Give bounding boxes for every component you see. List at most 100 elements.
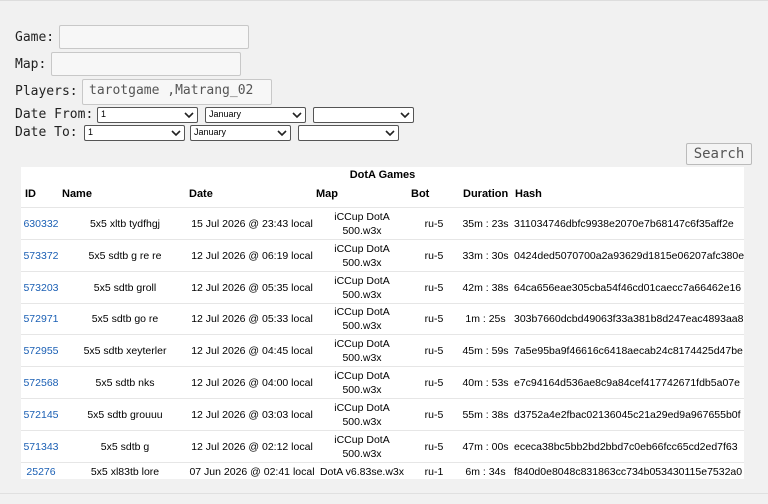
header-map: Map (316, 188, 338, 200)
cell-bot-container: ru-5 (409, 367, 459, 398)
cell-name: 5x5 xl83tb lore (90, 465, 160, 478)
header-hash: Hash (515, 188, 542, 200)
game-input[interactable] (59, 25, 249, 49)
cell-hash: 64ca656eae305cba54f46cd01caecc7a66462e16 (514, 281, 742, 294)
game-id-link[interactable]: 572955 (23, 345, 58, 357)
cell-hash-container: 7a5e95ba9f46616c6418aecab24c8174425d47be (512, 335, 746, 366)
cell-hash: ececa38bc5bb2bd2bbd7c0eb66fcc65cd2ed7f63 (514, 440, 738, 453)
cell-date-container: 07 Jun 2026 @ 02:41 local (189, 463, 315, 480)
game-id-link[interactable]: 572971 (23, 313, 58, 325)
cell-hash: 7a5e95ba9f46616c6418aecab24c8174425d47be (514, 344, 743, 357)
chevron-down-icon (292, 112, 302, 119)
date-to-day-value: 1 (88, 127, 94, 137)
cell-id-container: 572971 (21, 304, 61, 334)
cell-duration-container: 55m : 38s (459, 399, 512, 430)
cell-name-container: 5x5 sdtb groll (61, 272, 189, 303)
date-to-year-select[interactable] (298, 125, 399, 141)
table-header: ID Name Date Map Bot Duration Hash (21, 184, 744, 207)
cell-map: iCCup DotA 500.w3x (315, 304, 409, 334)
table-row: 25276 5x5 xl83tb lore 07 Jun 2026 @ 02:41 … (21, 462, 744, 480)
game-id-link[interactable]: 572568 (23, 377, 58, 389)
cell-bot-container: ru-5 (409, 272, 459, 303)
top-border (0, 0, 768, 1)
cell-name-container: 5x5 sdtb xeyterler (61, 335, 189, 366)
header-id: ID (25, 188, 36, 200)
date-to-month-select[interactable]: January (190, 125, 291, 141)
cell-duration-container: 35m : 23s (459, 208, 512, 239)
game-id-link[interactable]: 573203 (23, 282, 58, 294)
cell-id-container: 573203 (21, 272, 61, 303)
cell-map: iCCup DotA 500.w3x (315, 399, 409, 430)
cell-hash-container: e7c94164d536ae8c9a84cef417742671fdb5a07e (512, 367, 746, 398)
date-from-day-select[interactable]: 1 (97, 107, 198, 123)
cell-duration-container: 47m : 00s (459, 431, 512, 462)
cell-map: DotA v6.83se.w3x (315, 463, 409, 480)
cell-bot: ru-5 (424, 281, 444, 294)
game-id-link[interactable]: 572145 (23, 409, 58, 421)
cell-name: 5x5 sdtb g re re (88, 249, 162, 262)
cell-id-container: 572568 (21, 367, 61, 398)
cell-map-line2: 500.w3x (342, 320, 382, 332)
bottom-border (0, 493, 768, 504)
cell-map-line2: 500.w3x (342, 383, 382, 396)
cell-map-line1: iCCup DotA (334, 242, 390, 255)
cell-map-line2: 500.w3x (342, 224, 382, 237)
cell-duration: 42m : 38s (462, 281, 509, 294)
cell-hash-container: ececa38bc5bb2bd2bbd7c0eb66fcc65cd2ed7f63 (512, 431, 746, 462)
players-input[interactable]: tarotgame ,Matrang_02 (82, 79, 272, 105)
cell-map-line1: iCCup DotA (334, 274, 390, 287)
cell-duration-container: 40m : 53s (459, 367, 512, 398)
cell-duration: 6m : 34s (465, 465, 506, 478)
search-button[interactable]: Search (686, 143, 752, 165)
cell-hash: 303b7660dcbd49063f33a381b8d247eac4893aa8 (514, 313, 744, 325)
game-id-link[interactable]: 25276 (26, 466, 55, 478)
cell-name: 5x5 sdtb g (100, 440, 150, 453)
cell-duration: 33m : 30s (462, 249, 509, 262)
cell-name: 5x5 sdtb nks (95, 376, 155, 389)
cell-date: 12 Jul 2026 @ 04:45 local (191, 344, 313, 357)
cell-hash: 0424ded5070700a2a93629d1815e06207afc380e (514, 249, 745, 262)
cell-bot-container: ru-1 (409, 463, 459, 480)
cell-date: 12 Jul 2026 @ 06:19 local (191, 249, 313, 262)
header-duration: Duration (463, 188, 509, 200)
cell-hash-container: 0424ded5070700a2a93629d1815e06207afc380e (512, 240, 746, 271)
cell-id-container: 573372 (21, 240, 61, 271)
cell-date: 15 Jul 2026 @ 23:43 local (191, 217, 313, 230)
date-from-month-select[interactable]: January (205, 107, 306, 123)
cell-id-container: 25276 (21, 463, 61, 480)
cell-map-line2: 500.w3x (342, 415, 382, 428)
cell-hash: 311034746dbfc9938e2070e7b68147c6f35aff2e (514, 217, 734, 230)
cell-date: 12 Jul 2026 @ 02:12 local (191, 440, 313, 453)
chevron-down-icon (277, 130, 287, 137)
cell-date: 12 Jul 2026 @ 05:35 local (191, 281, 313, 294)
cell-map: iCCup DotA 500.w3x (315, 208, 409, 239)
cell-date: 12 Jul 2026 @ 03:03 local (191, 408, 313, 421)
game-label: Game: (15, 30, 55, 45)
cell-hash: f840d0e8048c831863cc734b053430115e7532a0 (514, 465, 743, 478)
cell-duration: 35m : 23s (462, 217, 509, 230)
cell-map-line1: iCCup DotA (334, 306, 390, 318)
chevron-down-icon (171, 130, 181, 137)
cell-bot-container: ru-5 (409, 304, 459, 334)
game-id-link[interactable]: 630332 (23, 218, 58, 230)
date-to-day-select[interactable]: 1 (84, 125, 185, 141)
game-id-link[interactable]: 573372 (23, 250, 58, 262)
header-name: Name (62, 188, 92, 200)
table-row: 572568 5x5 sdtb nks 12 Jul 2026 @ 04:00 lo… (21, 366, 744, 398)
cell-duration: 47m : 00s (462, 440, 509, 453)
cell-duration: 55m : 38s (462, 408, 509, 421)
cell-hash-container: f840d0e8048c831863cc734b053430115e7532a0 (512, 463, 746, 480)
game-id-link[interactable]: 571343 (23, 441, 58, 453)
cell-map: iCCup DotA 500.w3x (315, 367, 409, 398)
map-input[interactable] (51, 52, 241, 76)
date-from-year-select[interactable] (313, 107, 414, 123)
cell-map-line1: iCCup DotA (334, 401, 390, 414)
cell-date: 12 Jul 2026 @ 04:00 local (191, 376, 313, 389)
cell-bot: ru-5 (424, 313, 444, 325)
cell-map-line2: 500.w3x (342, 288, 382, 301)
cell-bot: ru-5 (424, 217, 444, 230)
cell-bot-container: ru-5 (409, 240, 459, 271)
chevron-down-icon (400, 112, 410, 119)
cell-duration-container: 33m : 30s (459, 240, 512, 271)
cell-bot-container: ru-5 (409, 399, 459, 430)
